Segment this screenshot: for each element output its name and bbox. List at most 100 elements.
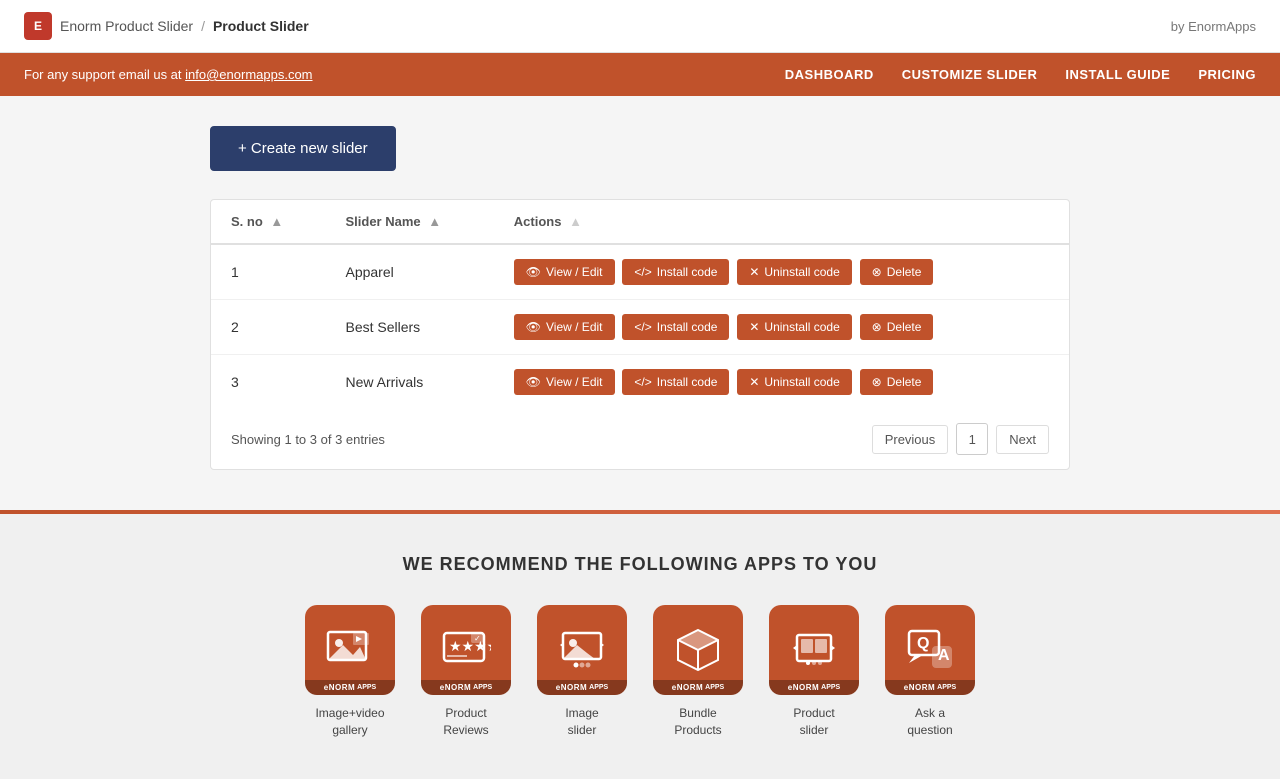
- create-slider-button[interactable]: + Create new slider: [210, 126, 396, 171]
- main-content: + Create new slider S. no ▲ Slider Name …: [190, 96, 1090, 500]
- support-text: For any support email us at info@enormap…: [24, 67, 313, 82]
- next-button[interactable]: Next: [996, 425, 1049, 454]
- view-edit-button[interactable]: 👁 View / Edit: [514, 314, 615, 340]
- nav-items: DASHBOARD CUSTOMIZE SLIDER INSTALL GUIDE…: [785, 67, 1256, 82]
- ask-question-icon: Q A: [905, 625, 955, 675]
- previous-button[interactable]: Previous: [872, 425, 949, 454]
- nav-customize-slider[interactable]: CUSTOMIZE SLIDER: [902, 67, 1038, 82]
- delete-icon: ⊗: [872, 320, 882, 334]
- showing-text: Showing 1 to 3 of 3 entries: [231, 432, 385, 447]
- app-item-reviews[interactable]: ★★★★★ ✓ eNORM APPS ProductReviews: [416, 605, 516, 739]
- table-row: 2 Best Sellers 👁 View / Edit </> Install…: [211, 300, 1069, 355]
- install-code-button[interactable]: </> Install code: [622, 314, 729, 340]
- nav-install-guide[interactable]: INSTALL GUIDE: [1065, 67, 1170, 82]
- nav-pricing[interactable]: PRICING: [1198, 67, 1256, 82]
- table-header-row: S. no ▲ Slider Name ▲ Actions ▲: [211, 200, 1069, 244]
- top-bar: E Enorm Product Slider / Product Slider …: [0, 0, 1280, 53]
- enorm-badge: eNORM APPS: [653, 680, 743, 695]
- row-slider-name: Apparel: [325, 244, 493, 300]
- sliders-table: S. no ▲ Slider Name ▲ Actions ▲ 1: [211, 200, 1069, 409]
- support-email[interactable]: info@enormapps.com: [185, 67, 312, 82]
- x-icon: ✕: [749, 320, 759, 334]
- app-label-reviews: ProductReviews: [443, 705, 488, 739]
- code-icon: </>: [634, 375, 651, 389]
- by-text: by EnormApps: [1171, 19, 1256, 34]
- recommend-title: WE RECOMMEND THE FOLLOWING APPS TO YOU: [20, 554, 1260, 575]
- app-item-ask-question[interactable]: Q A eNORM APPS Ask aquestion: [880, 605, 980, 739]
- code-icon: </>: [634, 265, 651, 279]
- sort-icon-sno[interactable]: ▲: [270, 214, 283, 229]
- gallery-icon: [325, 625, 375, 675]
- pagination-controls: Previous 1 Next: [872, 423, 1049, 455]
- uninstall-code-button[interactable]: ✕ Uninstall code: [737, 369, 851, 395]
- eye-icon: 👁: [526, 265, 541, 279]
- install-code-button[interactable]: </> Install code: [622, 369, 729, 395]
- enorm-badge: eNORM APPS: [885, 680, 975, 695]
- enorm-badge: eNORM APPS: [769, 680, 859, 695]
- delete-button[interactable]: ⊗ Delete: [860, 369, 934, 395]
- sliders-table-wrapper: S. no ▲ Slider Name ▲ Actions ▲ 1: [210, 199, 1070, 470]
- app-item-gallery[interactable]: eNORM APPS Image+videogallery: [300, 605, 400, 739]
- reviews-icon: ★★★★★ ✓: [441, 625, 491, 675]
- eye-icon: 👁: [526, 320, 541, 334]
- recommend-section: WE RECOMMEND THE FOLLOWING APPS TO YOU e…: [0, 514, 1280, 779]
- col-sno: S. no ▲: [211, 200, 325, 244]
- app-label-image-slider: Imageslider: [565, 705, 598, 739]
- app-icon-reviews: ★★★★★ ✓ eNORM APPS: [421, 605, 511, 695]
- app-item-image-slider[interactable]: eNORM APPS Imageslider: [532, 605, 632, 739]
- row-sno: 1: [211, 244, 325, 300]
- install-code-button[interactable]: </> Install code: [622, 259, 729, 285]
- x-icon: ✕: [749, 375, 759, 389]
- row-actions: 👁 View / Edit </> Install code ✕ Uninsta…: [494, 244, 1069, 300]
- app-icon-bundle: eNORM APPS: [653, 605, 743, 695]
- svg-text:★★★★★: ★★★★★: [449, 638, 491, 654]
- breadcrumb-separator: /: [201, 18, 205, 34]
- product-slider-icon: [789, 625, 839, 675]
- app-item-product-slider[interactable]: eNORM APPS Productslider: [764, 605, 864, 739]
- col-slider-name: Slider Name ▲: [325, 200, 493, 244]
- image-slider-icon: [557, 625, 607, 675]
- top-bar-left: E Enorm Product Slider / Product Slider: [24, 12, 309, 40]
- delete-button[interactable]: ⊗ Delete: [860, 314, 934, 340]
- row-actions: 👁 View / Edit </> Install code ✕ Uninsta…: [494, 300, 1069, 355]
- table-row: 3 New Arrivals 👁 View / Edit </> Install…: [211, 355, 1069, 410]
- enorm-badge: eNORM APPS: [305, 680, 395, 695]
- code-icon: </>: [634, 320, 651, 334]
- nav-bar: For any support email us at info@enormap…: [0, 53, 1280, 96]
- apps-grid: eNORM APPS Image+videogallery ★★★★★ ✓ eN…: [20, 605, 1260, 739]
- nav-dashboard[interactable]: DASHBOARD: [785, 67, 874, 82]
- pagination-row: Showing 1 to 3 of 3 entries Previous 1 N…: [211, 409, 1069, 469]
- app-icon-product-slider: eNORM APPS: [769, 605, 859, 695]
- app-icon-ask-question: Q A eNORM APPS: [885, 605, 975, 695]
- uninstall-code-button[interactable]: ✕ Uninstall code: [737, 314, 851, 340]
- table-row: 1 Apparel 👁 View / Edit </> Install code…: [211, 244, 1069, 300]
- delete-button[interactable]: ⊗ Delete: [860, 259, 934, 285]
- eye-icon: 👁: [526, 375, 541, 389]
- svg-text:✓: ✓: [474, 634, 481, 643]
- row-sno: 2: [211, 300, 325, 355]
- col-actions: Actions ▲: [494, 200, 1069, 244]
- product-name: Product Slider: [213, 18, 309, 34]
- app-name: Enorm Product Slider: [60, 18, 193, 34]
- app-label-bundle: BundleProducts: [674, 705, 721, 739]
- app-item-bundle[interactable]: eNORM APPS BundleProducts: [648, 605, 748, 739]
- row-sno: 3: [211, 355, 325, 410]
- current-page: 1: [956, 423, 988, 455]
- uninstall-code-button[interactable]: ✕ Uninstall code: [737, 259, 851, 285]
- app-label-gallery: Image+videogallery: [315, 705, 384, 739]
- row-actions: 👁 View / Edit </> Install code ✕ Uninsta…: [494, 355, 1069, 410]
- delete-icon: ⊗: [872, 265, 882, 279]
- view-edit-button[interactable]: 👁 View / Edit: [514, 369, 615, 395]
- app-label-ask-question: Ask aquestion: [907, 705, 952, 739]
- view-edit-button[interactable]: 👁 View / Edit: [514, 259, 615, 285]
- app-logo: E: [24, 12, 52, 40]
- sort-icon-actions: ▲: [569, 214, 582, 229]
- row-slider-name: Best Sellers: [325, 300, 493, 355]
- app-icon-gallery: eNORM APPS: [305, 605, 395, 695]
- sort-icon-name[interactable]: ▲: [428, 214, 441, 229]
- svg-text:A: A: [938, 647, 950, 664]
- enorm-badge: eNORM APPS: [537, 680, 627, 695]
- row-slider-name: New Arrivals: [325, 355, 493, 410]
- bundle-icon: [673, 625, 723, 675]
- app-label-product-slider: Productslider: [793, 705, 834, 739]
